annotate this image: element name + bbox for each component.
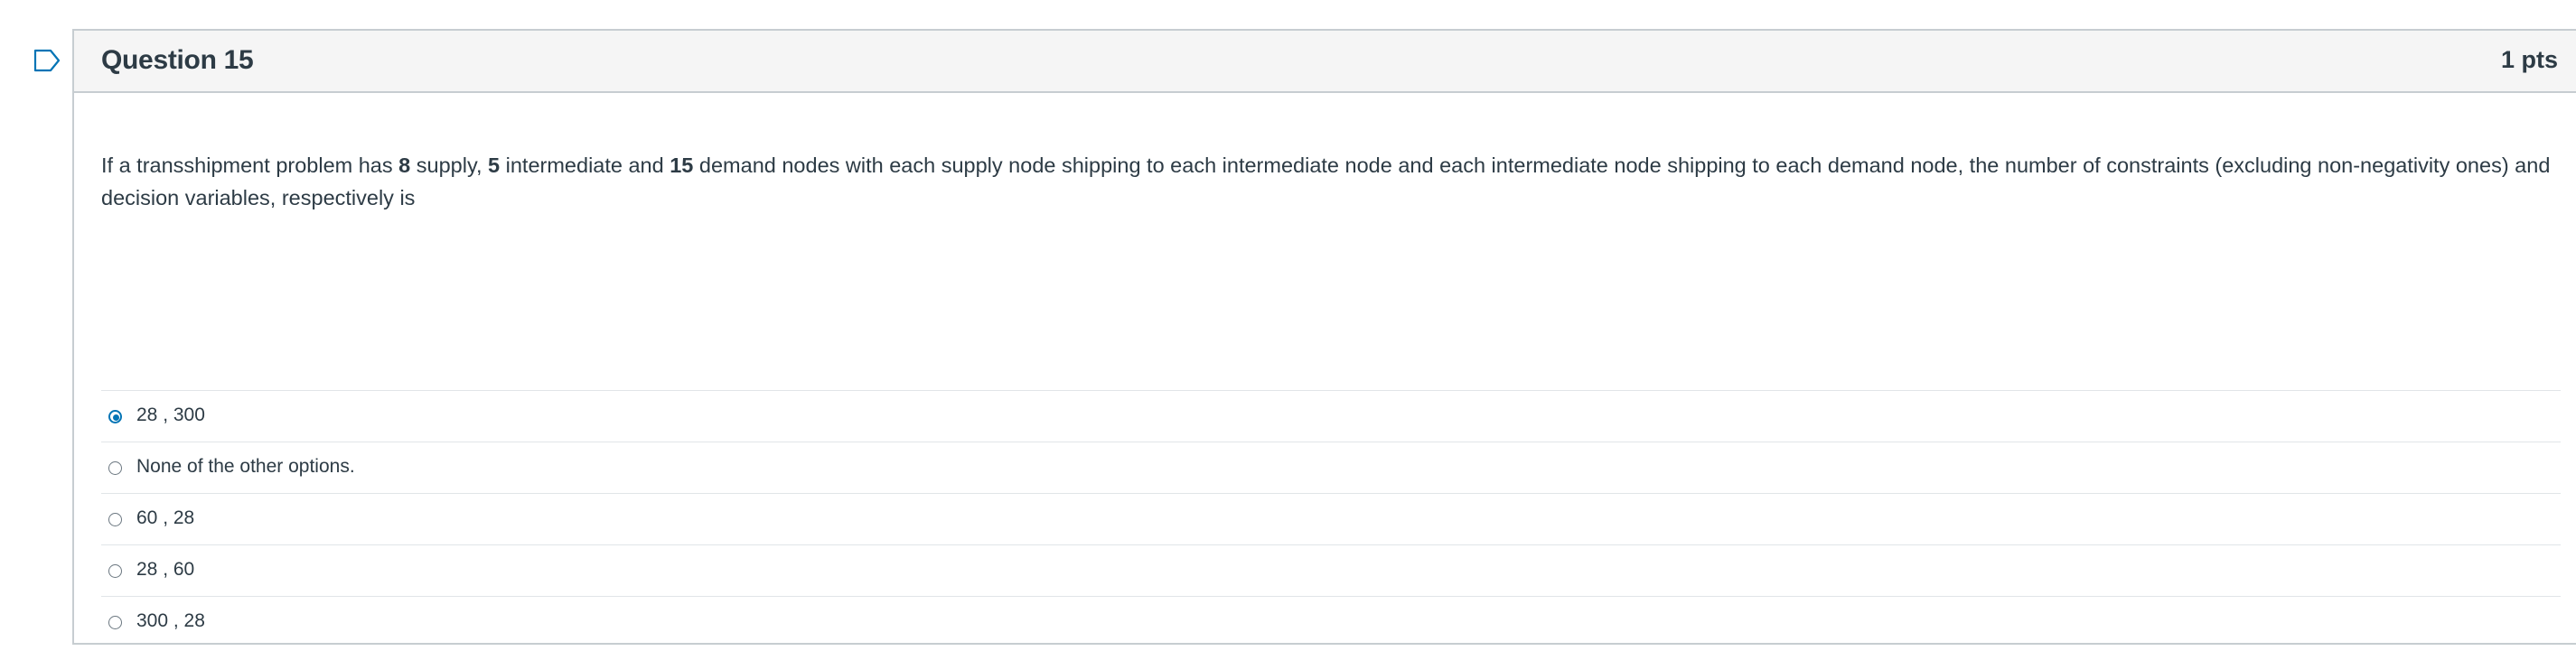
radio-button[interactable]	[108, 461, 122, 475]
answer-label[interactable]: None of the other options.	[136, 456, 355, 478]
question-text: If a transshipment problem has 8 supply,…	[101, 149, 2559, 214]
supply-count: 8	[398, 153, 411, 177]
answer-option-4[interactable]: 28 , 60	[101, 544, 2561, 596]
question-text-part: intermediate and	[500, 153, 670, 177]
answer-list: 28 , 300 None of the other options. 60 ,…	[101, 390, 2561, 647]
answer-label[interactable]: 28 , 60	[136, 559, 194, 581]
answer-option-3[interactable]: 60 , 28	[101, 493, 2561, 544]
intermediate-count: 5	[488, 153, 501, 177]
question-title: Question 15	[101, 45, 254, 75]
question-header: Question 15 1 pts	[74, 31, 2576, 93]
demand-count: 15	[670, 153, 694, 177]
radio-button-selected[interactable]	[108, 410, 122, 423]
answer-label[interactable]: 60 , 28	[136, 507, 194, 529]
answer-option-2[interactable]: None of the other options.	[101, 442, 2561, 493]
flag-question-icon[interactable]	[33, 49, 61, 72]
radio-button[interactable]	[108, 564, 122, 578]
answer-label[interactable]: 28 , 300	[136, 405, 205, 426]
question-card: Question 15 1 pts If a transshipment pro…	[72, 29, 2576, 645]
question-text-part: supply,	[410, 153, 489, 177]
question-points: 1 pts	[2500, 46, 2558, 73]
answer-label[interactable]: 300 , 28	[136, 610, 205, 632]
question-text-part: If a transshipment problem has	[101, 153, 399, 177]
radio-button[interactable]	[108, 513, 122, 526]
answer-option-1[interactable]: 28 , 300	[101, 390, 2561, 442]
radio-button[interactable]	[108, 616, 122, 629]
answer-option-5[interactable]: 300 , 28	[101, 596, 2561, 647]
